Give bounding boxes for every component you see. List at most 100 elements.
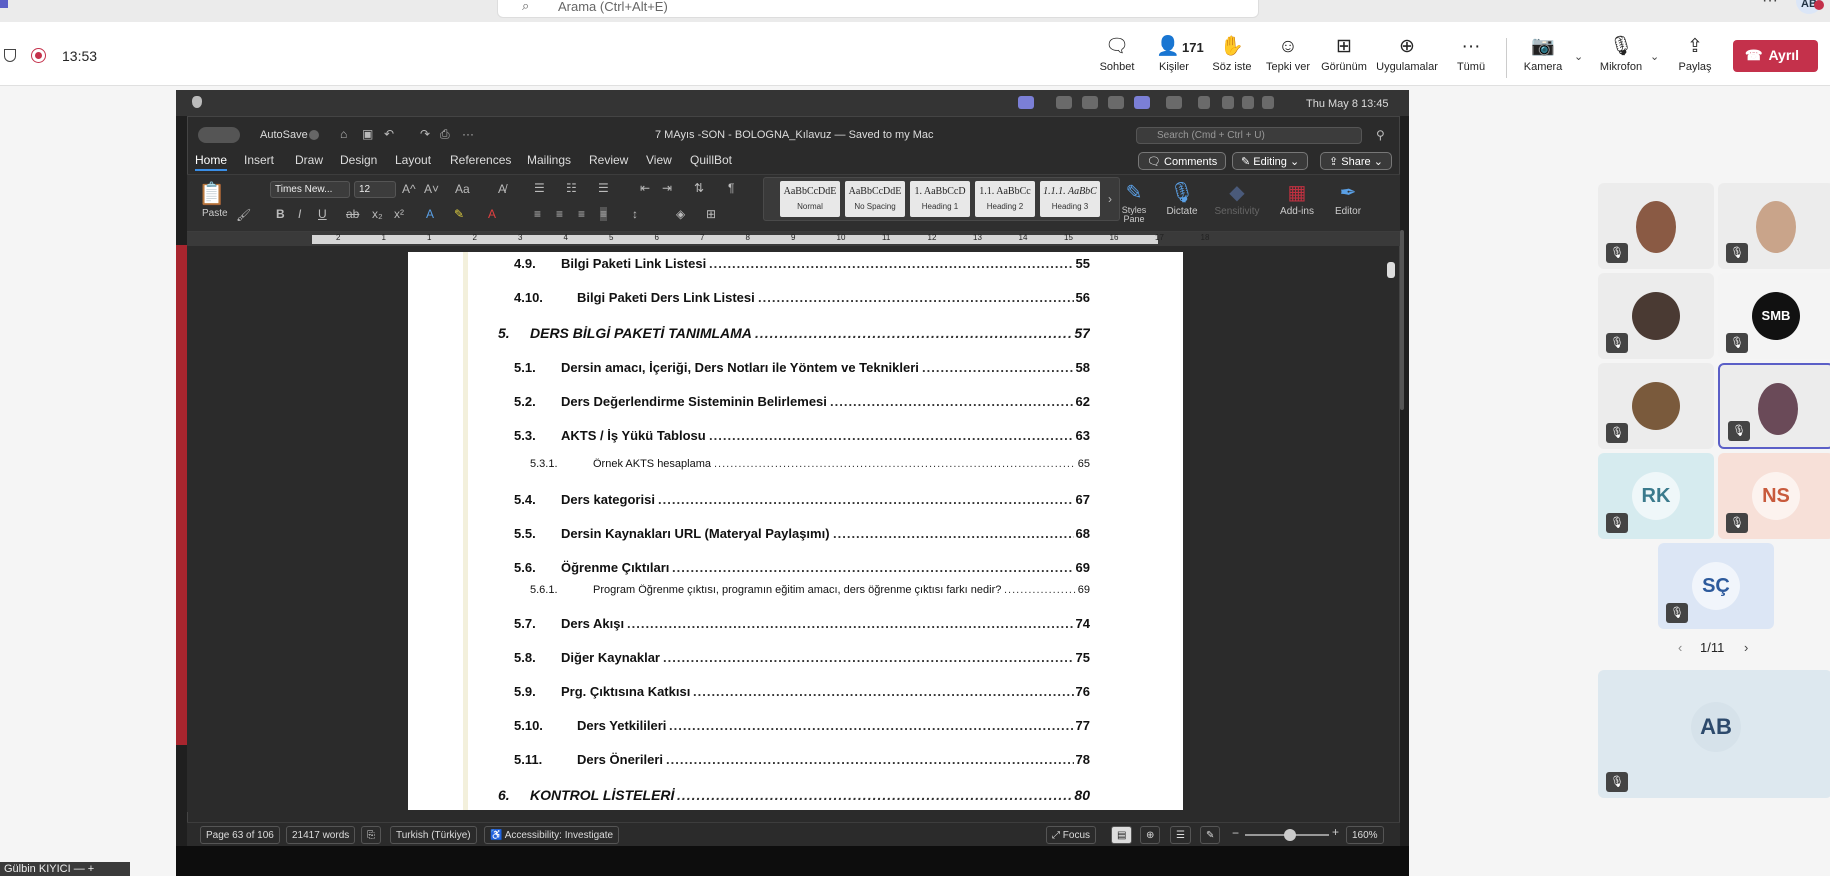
tab-view[interactable]: View <box>646 153 672 167</box>
font-size-select[interactable]: 12 <box>354 181 396 198</box>
multilevel-list-icon[interactable]: ☰ <box>598 181 609 195</box>
tab-home[interactable]: Home <box>195 153 228 171</box>
strikethrough-icon[interactable]: ab <box>346 207 359 221</box>
toc-entry[interactable]: 5.10. Ders Yetkilileri...................… <box>514 718 1090 738</box>
print-icon[interactable]: ⎙ <box>440 127 450 142</box>
zoom-in-icon[interactable]: + <box>1332 825 1339 839</box>
more-options-icon[interactable]: ··· <box>1762 0 1778 10</box>
style-no-spacing[interactable]: AaBbCcDdE No Spacing <box>845 181 905 217</box>
paste-icon[interactable]: 📋 <box>198 181 225 207</box>
pilcrow-icon[interactable]: ¶ <box>728 181 734 195</box>
toc-entry[interactable]: 4.9. Bilgi Paketi Link Listesi...........… <box>514 256 1090 276</box>
autosave-toggle[interactable] <box>309 130 319 140</box>
tab-insert[interactable]: Insert <box>244 153 274 167</box>
zoom-out-icon[interactable]: − <box>1232 826 1239 840</box>
web-layout-icon[interactable]: ⊕ <box>1140 826 1161 844</box>
sidebar-toggle-button[interactable] <box>198 127 240 143</box>
add-ins-button[interactable]: ▦ Add-ins <box>1274 180 1320 217</box>
justify-icon[interactable]: ≡ <box>600 207 608 221</box>
toc-entry[interactable]: 5.9. Prg. Çıktısına Katkısı..............… <box>514 684 1090 704</box>
toc-entry[interactable]: 5.1. Dersin amacı, İçeriği, Ders Notları … <box>514 360 1090 380</box>
camera-button[interactable]: 📷 Kamera <box>1518 36 1568 80</box>
accessibility-indicator[interactable]: ♿ Accessibility: Investigate <box>484 826 620 844</box>
apps-button[interactable]: ⊕ Uygulamalar <box>1376 36 1438 80</box>
draft-view-icon[interactable]: ✎ <box>1200 826 1221 844</box>
people-button[interactable]: 👤 171 Kişiler <box>1148 36 1204 80</box>
tab-review[interactable]: Review <box>589 153 628 167</box>
toc-entry[interactable]: 5.5. Dersin Kaynakları URL (Materyal Payl… <box>514 526 1090 546</box>
bold-icon[interactable]: B <box>276 207 285 221</box>
sort-icon[interactable]: ⇅ <box>694 181 704 195</box>
tab-quillbot[interactable]: QuillBot <box>690 153 732 167</box>
borders-icon[interactable]: ⊞ <box>706 207 716 221</box>
page-scroll-thumb[interactable] <box>1387 262 1395 278</box>
toc-entry[interactable]: 5.11. Ders Önerileri.....................… <box>514 752 1090 772</box>
style-heading-1[interactable]: 1. AaBbCcD Heading 1 <box>910 181 970 217</box>
save-icon[interactable]: ▣ <box>362 127 373 141</box>
underline-icon[interactable]: U <box>318 207 327 221</box>
language-indicator[interactable]: Turkish (Türkiye) <box>390 826 477 844</box>
mic-chevron-down-icon[interactable]: ⌄ <box>1650 50 1659 63</box>
editing-button[interactable]: ✎ Editing ⌄ <box>1232 152 1309 170</box>
tab-references[interactable]: References <box>450 153 511 167</box>
sensitivity-button[interactable]: ◆ Sensitivity <box>1212 180 1262 217</box>
pager-prev-icon[interactable]: ‹ <box>1678 640 1682 655</box>
participant-tile[interactable]: 🎙 <box>1718 183 1830 269</box>
word-search-input[interactable]: Search (Cmd + Ctrl + U) <box>1136 127 1362 144</box>
toc-entry[interactable]: 5.6. Öğrenme Çıktıları...................… <box>514 560 1090 580</box>
highlight-icon[interactable]: ✎ <box>454 207 464 221</box>
outline-view-icon[interactable]: ☰ <box>1170 826 1191 844</box>
mic-button[interactable]: 🎙 Mikrofon <box>1594 36 1648 80</box>
more-button[interactable]: ··· Tümü <box>1450 36 1492 80</box>
view-button[interactable]: ⊞ Görünüm <box>1318 36 1370 80</box>
participant-tile[interactable]: NS 🎙 <box>1718 453 1830 539</box>
word-count[interactable]: 21417 words <box>286 826 356 844</box>
style-normal[interactable]: AaBbCcDdE Normal <box>780 181 840 217</box>
home-icon[interactable]: ⌂ <box>340 127 347 141</box>
styles-pane-button[interactable]: ✎ Styles Pane <box>1118 180 1150 224</box>
align-center-icon[interactable]: ≡ <box>556 207 563 221</box>
camera-chevron-down-icon[interactable]: ⌄ <box>1574 50 1583 63</box>
focus-button[interactable]: ⤢ Focus <box>1046 826 1097 844</box>
align-right-icon[interactable]: ≡ <box>578 207 585 221</box>
pager-next-icon[interactable]: › <box>1744 640 1748 655</box>
participant-tile[interactable]: 🎙 <box>1718 363 1830 449</box>
redo-icon[interactable]: ↷ <box>420 127 430 141</box>
global-search-input[interactable]: Arama (Ctrl+Alt+E) <box>497 0 1259 18</box>
participant-tile[interactable]: 🎙 <box>1598 273 1714 359</box>
participant-tile[interactable]: AB 🎙 <box>1598 670 1830 798</box>
share-screen-button[interactable]: ⇪ Paylaş <box>1672 36 1718 80</box>
styles-chevron-icon[interactable]: › <box>1108 192 1112 206</box>
bullets-icon[interactable]: ☰ <box>534 181 545 195</box>
participant-tile[interactable]: 🎙 <box>1598 183 1714 269</box>
editor-button[interactable]: ✒ Editor <box>1328 180 1368 217</box>
react-button[interactable]: ☺ Tepki ver <box>1264 36 1312 80</box>
toc-entry[interactable]: 5.6.1. Program Öğrenme çıktısı, programın… <box>530 584 1090 604</box>
clear-format-icon[interactable]: A̸ <box>498 182 506 196</box>
toc-entry[interactable]: 6. KONTROL LİSTELERİ.....................… <box>498 787 1090 807</box>
toc-entry[interactable]: 5.3. AKTS / İş Yükü Tablosu..............… <box>514 428 1090 448</box>
comments-button[interactable]: 🗨 Comments <box>1138 152 1227 170</box>
toc-entry[interactable]: 5.8. Diğer Kaynaklar.....................… <box>514 650 1090 670</box>
participant-tile[interactable]: RK 🎙 <box>1598 453 1714 539</box>
participant-tile[interactable]: SMB 🎙 <box>1718 273 1830 359</box>
more-icon[interactable]: ··· <box>462 127 474 141</box>
undo-icon[interactable]: ↶ <box>384 127 394 141</box>
superscript-icon[interactable]: x² <box>394 207 404 221</box>
raise-hand-button[interactable]: ✋ Söz iste <box>1210 36 1254 80</box>
change-case-icon[interactable]: Aa <box>455 182 470 196</box>
participant-tile[interactable]: 🎙 <box>1598 363 1714 449</box>
track-changes-icon[interactable]: ⎘ <box>361 826 381 844</box>
style-heading-2[interactable]: 1.1. AaBbCc Heading 2 <box>975 181 1035 217</box>
leave-button[interactable]: ☎ Ayrıl <box>1733 40 1818 72</box>
dictate-button[interactable]: 🎙 Dictate <box>1162 180 1202 217</box>
toc-entry[interactable]: 5.7. Ders Akışı..........................… <box>514 616 1090 636</box>
print-layout-icon[interactable]: ▤ <box>1111 826 1133 844</box>
decrease-indent-icon[interactable]: ⇤ <box>640 181 650 195</box>
page-count[interactable]: Page 63 of 106 <box>200 826 280 844</box>
subscript-icon[interactable]: x₂ <box>372 207 383 221</box>
line-spacing-icon[interactable]: ↕ <box>632 207 638 221</box>
italic-icon[interactable]: I <box>298 207 301 221</box>
grow-font-icon[interactable]: A^ <box>402 182 416 196</box>
shading-icon[interactable]: ◈ <box>676 207 685 221</box>
